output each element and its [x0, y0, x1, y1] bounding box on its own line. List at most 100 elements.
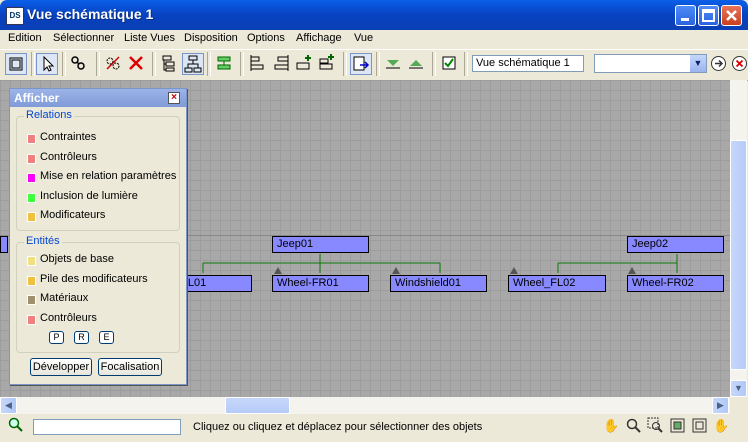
scroll-left-button[interactable]: ◀ [0, 397, 17, 414]
node-windshield01[interactable]: Windshield01 [390, 275, 487, 292]
relation-toggle-4[interactable] [27, 212, 36, 222]
relation-label-1[interactable]: Contrôleurs [40, 151, 97, 163]
toolbar-separator [376, 52, 380, 76]
panel-close-button[interactable]: × [168, 92, 180, 104]
relation-label-2[interactable]: Mise en relation paramètres [40, 170, 176, 182]
entity-label-1[interactable]: Pile des modificateurs [40, 273, 148, 285]
toolbar-separator [96, 52, 100, 76]
entity-label-3[interactable]: Contrôleurs [40, 312, 97, 324]
cursor-icon [43, 55, 55, 72]
references-icon [184, 55, 202, 73]
align-left-icon [250, 55, 264, 71]
expand-all-button[interactable] [317, 53, 339, 75]
expand-plus-icon [296, 55, 311, 70]
connect-button[interactable] [68, 53, 90, 75]
view-name-input[interactable]: Vue schématique 1 [472, 55, 584, 72]
align-right-icon [274, 55, 289, 71]
go-to-node-button[interactable] [350, 53, 372, 75]
status-message: Cliquez ou cliquez et déplacez pour séle… [193, 421, 483, 433]
entity-toggle-2[interactable] [27, 295, 36, 305]
align-right-button[interactable] [271, 53, 293, 75]
node-marker [274, 267, 282, 274]
go-to-view-button[interactable] [710, 55, 727, 72]
collapse-button[interactable] [383, 53, 405, 75]
vertical-scroll-thumb[interactable] [730, 140, 747, 370]
maximize-icon [702, 9, 715, 22]
zoom-extents-icon[interactable] [669, 417, 686, 434]
display-panel: Afficher × Relations Contraintes Contrôle… [9, 88, 187, 385]
zoom-selected-icon[interactable] [691, 417, 708, 434]
checkbox-icon [442, 56, 456, 70]
menu-liste-vues[interactable]: Liste Vues [124, 32, 175, 44]
maximize-button[interactable] [698, 5, 719, 26]
entity-label-0[interactable]: Objets de base [40, 253, 114, 265]
toggle-e-button[interactable]: E [99, 331, 114, 344]
window-title: Vue schématique 1 [27, 6, 154, 22]
expand-selected-button[interactable] [294, 53, 316, 75]
node-offscreen[interactable] [0, 236, 8, 253]
node-wheel-fl02[interactable]: Wheel_FL02 [508, 275, 606, 292]
toolbar-separator [31, 52, 35, 76]
references-mode-button[interactable] [182, 53, 204, 75]
preferences-button[interactable] [439, 53, 461, 75]
close-button[interactable] [721, 5, 742, 26]
node-wheel-fr01[interactable]: Wheel-FR01 [272, 275, 369, 292]
unlink-button[interactable] [103, 53, 125, 75]
expand-button[interactable]: Développer [30, 358, 92, 376]
find-object-icon[interactable] [7, 416, 24, 433]
entity-toggle-1[interactable] [27, 275, 36, 286]
max-pan-icon[interactable]: ✋ [713, 417, 730, 434]
relations-title: Relations [24, 109, 74, 121]
view-selector-combo[interactable]: ▼ [594, 54, 707, 73]
expand-button[interactable] [406, 53, 428, 75]
display-floater-button[interactable] [5, 53, 27, 75]
minimize-button[interactable] [675, 5, 696, 26]
menu-edition[interactable]: Edition [8, 32, 42, 44]
expand-all-icon [319, 54, 334, 70]
toggle-p-button[interactable]: P [49, 331, 64, 344]
menu-selectionner[interactable]: Sélectionner [53, 32, 114, 44]
vertical-scrollbar[interactable]: ▼ [730, 80, 747, 397]
relation-toggle-3[interactable] [27, 192, 36, 203]
node-jeep01[interactable]: Jeep01 [272, 236, 369, 253]
entities-title: Entités [24, 235, 62, 247]
toggle-r-button[interactable]: R [74, 331, 89, 344]
zoom-region-icon[interactable] [647, 417, 664, 434]
focus-button[interactable]: Focalisation [98, 358, 162, 376]
menu-vue[interactable]: Vue [354, 32, 373, 44]
horizontal-scroll-thumb[interactable] [225, 397, 290, 414]
close-icon [726, 10, 737, 21]
entity-toggle-3[interactable] [27, 314, 36, 325]
chevron-down-icon[interactable]: ▼ [689, 55, 706, 72]
delete-view-button[interactable] [731, 55, 748, 72]
node-wheel-fr02[interactable]: Wheel-FR02 [627, 275, 724, 292]
delete-icon [129, 56, 143, 70]
search-input[interactable] [33, 419, 181, 435]
align-left-button[interactable] [248, 53, 270, 75]
relation-toggle-2[interactable] [27, 173, 36, 183]
node-marker [392, 267, 400, 274]
relation-label-0[interactable]: Contraintes [40, 131, 96, 143]
menu-disposition[interactable]: Disposition [184, 32, 238, 44]
entity-toggle-0[interactable] [27, 256, 36, 266]
toolbar-separator [62, 52, 66, 76]
entity-label-2[interactable]: Matériaux [40, 292, 88, 304]
hierarchy-mode-button[interactable] [159, 53, 181, 75]
relation-label-4[interactable]: Modificateurs [40, 209, 105, 221]
relation-toggle-1[interactable] [27, 153, 36, 164]
arrange-button[interactable] [214, 53, 236, 75]
zoom-icon[interactable] [625, 417, 642, 434]
zoom-glass-icon [626, 418, 641, 433]
pan-icon[interactable]: ✋ [603, 417, 620, 434]
zoom-region-glass-icon [647, 417, 663, 433]
relation-toggle-0[interactable] [27, 134, 36, 144]
node-jeep02[interactable]: Jeep02 [627, 236, 724, 253]
relation-label-3[interactable]: Inclusion de lumière [40, 190, 138, 202]
horizontal-scrollbar[interactable]: ◀ ▶ [0, 397, 730, 414]
menu-options[interactable]: Options [247, 32, 285, 44]
select-button[interactable] [36, 53, 58, 75]
scroll-right-button[interactable]: ▶ [712, 397, 729, 414]
menu-affichage[interactable]: Affichage [296, 32, 342, 44]
delete-button[interactable] [126, 53, 148, 75]
scroll-down-button[interactable]: ▼ [730, 380, 747, 397]
